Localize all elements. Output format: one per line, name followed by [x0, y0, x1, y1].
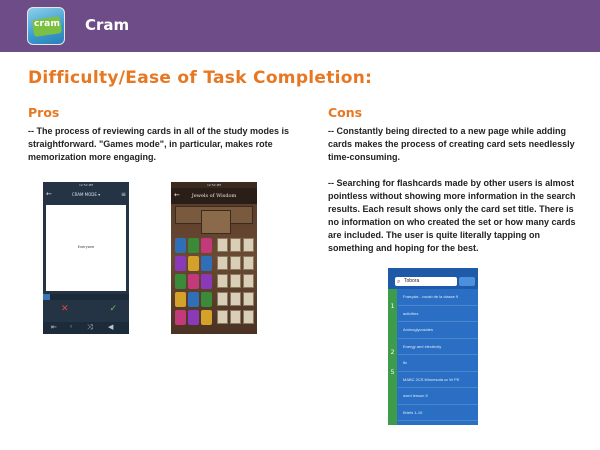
answer-slot[interactable]: [243, 292, 254, 306]
app-header: cram Cram: [0, 0, 600, 52]
answer-slot[interactable]: [217, 274, 228, 288]
jewel-tile[interactable]: [201, 256, 212, 271]
side-number: 2: [390, 349, 395, 356]
game-board[interactable]: [171, 204, 257, 334]
board-chest: [201, 210, 231, 234]
answer-slot[interactable]: [243, 256, 254, 270]
answer-slot[interactable]: [243, 274, 254, 288]
app-title: Cram: [85, 16, 130, 34]
search-result-item[interactable]: ifc: [398, 355, 478, 372]
study-toolbar: ⇤ ◦ ⤨ ◀: [43, 322, 129, 334]
answer-slot[interactable]: [230, 238, 241, 252]
menu-icon[interactable]: ≡: [121, 191, 126, 198]
answer-slot[interactable]: [230, 310, 241, 324]
mode-title[interactable]: CRAM MODE ▾: [43, 192, 129, 197]
jewel-tile[interactable]: [175, 274, 186, 289]
cons-text-1: -- Constantly being directed to a new pa…: [328, 126, 575, 162]
search-button[interactable]: [459, 277, 475, 286]
jewel-tile[interactable]: [201, 310, 212, 325]
study-mode-screenshot: 12:52 PM ← CRAM MODE ▾ ≡ Everyone ✕ ✓ ⇤ …: [43, 182, 129, 334]
side-number: 1: [390, 303, 395, 310]
search-result-item[interactable]: Français - vocab de la classe 9: [398, 289, 478, 306]
search-result-item[interactable]: word lesson 5: [398, 388, 478, 405]
jewel-tile[interactable]: [175, 310, 186, 325]
speaker-icon[interactable]: ◀: [108, 323, 113, 331]
cram-logo: cram: [27, 7, 65, 45]
answer-slot[interactable]: [217, 256, 228, 270]
answer-slot[interactable]: [230, 292, 241, 306]
jewel-tile[interactable]: [188, 238, 199, 253]
shuffle-icon[interactable]: ⤨: [87, 323, 93, 332]
search-result-item[interactable]: Energy and electricity: [398, 339, 478, 355]
cons-text-2: -- Searching for flashcards made by othe…: [328, 178, 576, 253]
jewel-tile[interactable]: [175, 238, 186, 253]
jewel-tile[interactable]: [175, 292, 186, 307]
progress-fill: [43, 294, 50, 300]
search-results-list: Français - vocab de la classe 9 activitie…: [398, 289, 478, 421]
skip-back-icon[interactable]: ⇤: [51, 323, 57, 331]
jewel-tile[interactable]: [201, 238, 212, 253]
search-result-item[interactable]: MABC 2CS Minnesota cc W PE: [398, 372, 478, 388]
search-input[interactable]: ⌕ Tobora: [395, 277, 457, 286]
logo-text: cram: [34, 19, 61, 29]
section-title: Difficulty/Ease of Task Completion:: [28, 68, 373, 88]
jewel-tile[interactable]: [201, 274, 212, 289]
search-nav-bar: ⌕ Tobora: [388, 274, 478, 289]
answer-slot[interactable]: [230, 274, 241, 288]
info-icon[interactable]: ◦: [69, 323, 73, 331]
pros-heading: Pros: [28, 105, 60, 120]
search-results-screenshot: ⌕ Tobora 1 2 5 Français - vocab de la clas…: [388, 268, 478, 425]
card-word: Everyone: [77, 245, 95, 249]
search-query: Tobora: [404, 278, 420, 284]
study-nav-bar: ← CRAM MODE ▾ ≡: [43, 188, 129, 202]
jewel-tile[interactable]: [175, 256, 186, 271]
pros-text: -- The process of reviewing cards in all…: [28, 126, 290, 162]
jewel-tile[interactable]: [201, 292, 212, 307]
side-strip: 1 2 5: [388, 289, 397, 425]
jewel-tile[interactable]: [188, 274, 199, 289]
jewel-tile[interactable]: [188, 310, 199, 325]
answer-slot[interactable]: [217, 238, 228, 252]
search-result-item[interactable]: activities: [398, 306, 478, 322]
progress-track: [43, 294, 129, 300]
search-result-item[interactable]: Aminoglycosides: [398, 322, 478, 339]
side-number: 5: [390, 369, 395, 376]
answer-slot[interactable]: [217, 310, 228, 324]
flashcard[interactable]: Everyone: [46, 205, 126, 291]
answer-buttons: ✕ ✓: [43, 303, 129, 317]
x-icon[interactable]: ✕: [61, 304, 69, 314]
jewel-tile[interactable]: [188, 256, 199, 271]
answer-slot[interactable]: [243, 310, 254, 324]
game-mode-screenshot: 12:52 PM ← Jewels of Wisdom: [171, 182, 257, 334]
answer-slot[interactable]: [243, 238, 254, 252]
jewel-tile[interactable]: [188, 292, 199, 307]
search-icon: ⌕: [397, 278, 401, 285]
search-result-item[interactable]: Briefs 1-10: [398, 405, 478, 421]
check-icon[interactable]: ✓: [109, 304, 117, 314]
answer-slot[interactable]: [217, 292, 228, 306]
answer-slot[interactable]: [230, 256, 241, 270]
game-nav-bar: ← Jewels of Wisdom: [171, 188, 257, 204]
game-title: Jewels of Wisdom: [191, 193, 237, 199]
cons-heading: Cons: [328, 105, 363, 120]
